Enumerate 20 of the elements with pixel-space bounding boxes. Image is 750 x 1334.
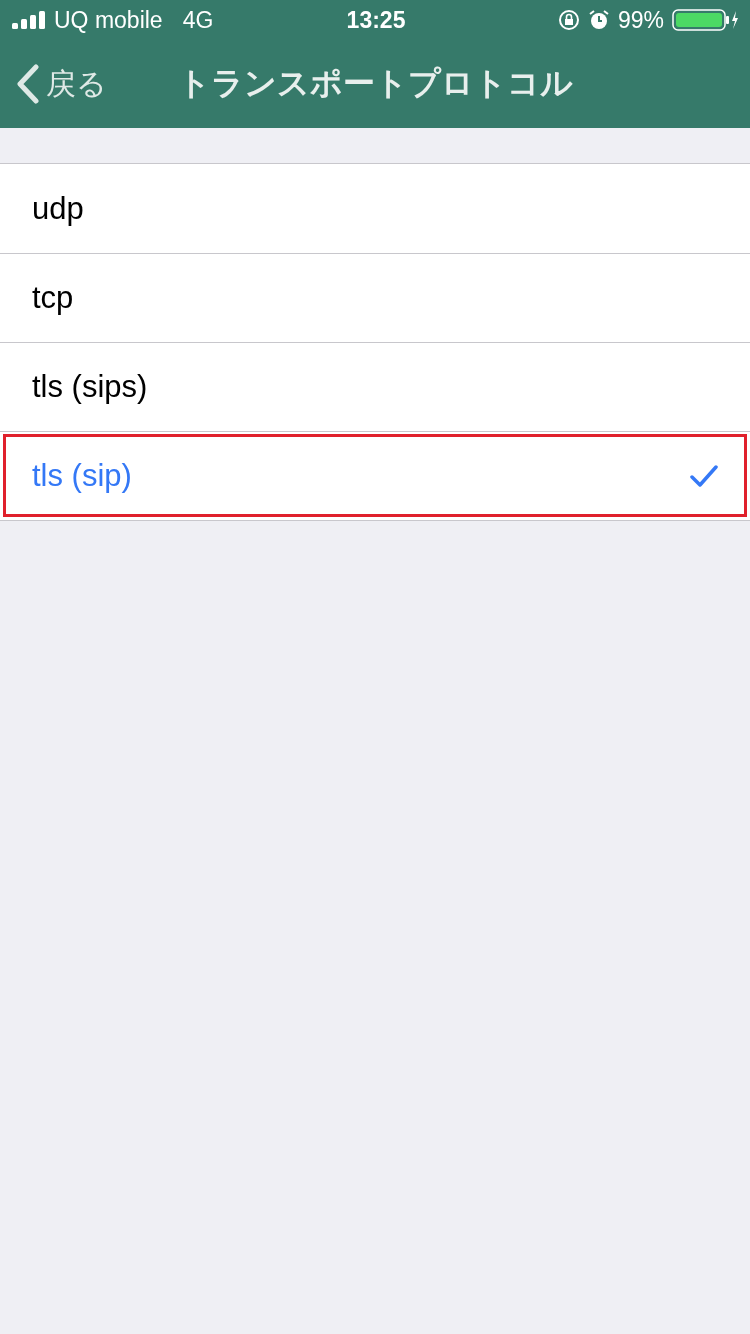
- back-button[interactable]: 戻る: [0, 63, 107, 105]
- option-row[interactable]: tls (sips): [0, 342, 750, 431]
- battery-percent: 99%: [617, 6, 664, 34]
- alarm-clock-icon: [587, 9, 610, 31]
- page-title: トランスポートプロトコル: [177, 64, 573, 103]
- battery-charging-icon: [672, 9, 740, 31]
- option-label: tcp: [32, 280, 75, 316]
- checkmark-icon: [690, 465, 718, 487]
- option-label: udp: [32, 190, 85, 227]
- option-row[interactable]: tls (sip): [0, 431, 750, 520]
- option-label: tls (sip): [32, 458, 133, 494]
- rotation-lock-icon: [557, 9, 580, 31]
- chevron-left-icon: [16, 64, 40, 104]
- option-row[interactable]: tcp: [0, 253, 750, 342]
- option-row[interactable]: udp: [0, 164, 750, 253]
- carrier-name: UQ mobile: [54, 6, 163, 34]
- signal-icon: [12, 11, 46, 29]
- option-label: tls (sips): [32, 369, 149, 405]
- status-time: 13:25: [346, 6, 406, 34]
- network-type: 4G: [182, 6, 214, 34]
